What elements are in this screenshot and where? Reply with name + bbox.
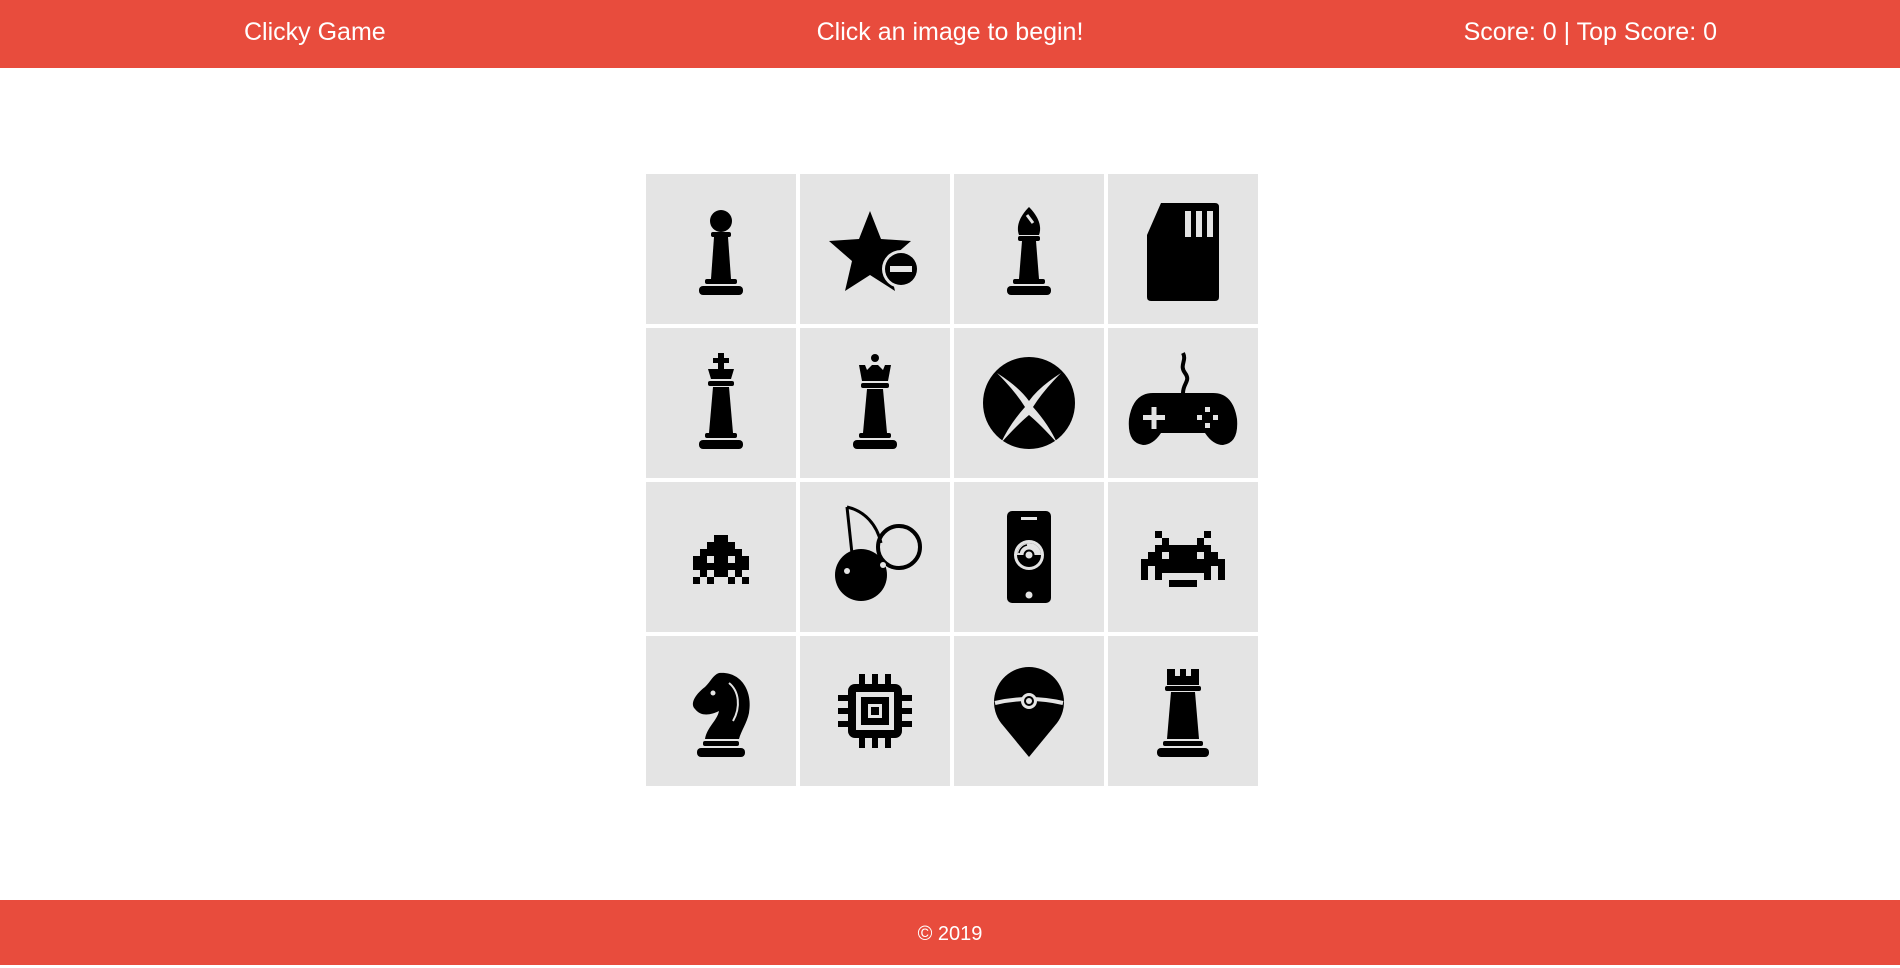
image-card-space-invader[interactable]: [646, 482, 796, 632]
chess-pawn-icon: [699, 210, 743, 295]
alien-invader-icon: [1141, 531, 1225, 587]
image-card-microchip[interactable]: [800, 636, 950, 786]
cherries-icon: [835, 505, 922, 601]
chess-king-icon: [699, 353, 743, 449]
image-card-pokeball-pin[interactable]: [954, 636, 1104, 786]
top-navbar: Clicky Game Click an image to begin! Sco…: [0, 0, 1900, 68]
image-card-gamepad[interactable]: [1108, 328, 1258, 478]
image-card-star-minus[interactable]: [800, 174, 950, 324]
image-card-sd-card[interactable]: [1108, 174, 1258, 324]
pokeball-pin-icon: [994, 667, 1064, 757]
image-card-chess-king[interactable]: [646, 328, 796, 478]
image-card-chess-bishop[interactable]: [954, 174, 1104, 324]
xbox-icon: [983, 357, 1075, 449]
microchip-icon: [838, 674, 912, 748]
pokemon-go-phone-icon: [1007, 511, 1051, 603]
image-card-pokemon-go-phone[interactable]: [954, 482, 1104, 632]
image-grid: [646, 174, 1258, 786]
footer: © 2019: [0, 900, 1900, 965]
image-card-xbox[interactable]: [954, 328, 1104, 478]
chess-rook-icon: [1157, 669, 1209, 757]
chess-bishop-icon: [1007, 207, 1051, 295]
gamepad-icon: [1128, 352, 1238, 445]
image-card-cherries[interactable]: [800, 482, 950, 632]
sd-card-icon: [1147, 203, 1219, 301]
star-minus-icon: [829, 211, 920, 291]
image-card-chess-queen[interactable]: [800, 328, 950, 478]
image-card-chess-knight[interactable]: [646, 636, 796, 786]
footer-copyright: © 2019: [917, 923, 983, 945]
image-card-chess-rook[interactable]: [1108, 636, 1258, 786]
space-invader-icon: [693, 535, 749, 584]
chess-knight-icon: [692, 672, 750, 757]
score-display: Score: 0 | Top Score: 0: [1463, 18, 1717, 46]
image-card-chess-pawn[interactable]: [646, 174, 796, 324]
image-card-alien-invader[interactable]: [1108, 482, 1258, 632]
chess-queen-icon: [853, 354, 897, 449]
